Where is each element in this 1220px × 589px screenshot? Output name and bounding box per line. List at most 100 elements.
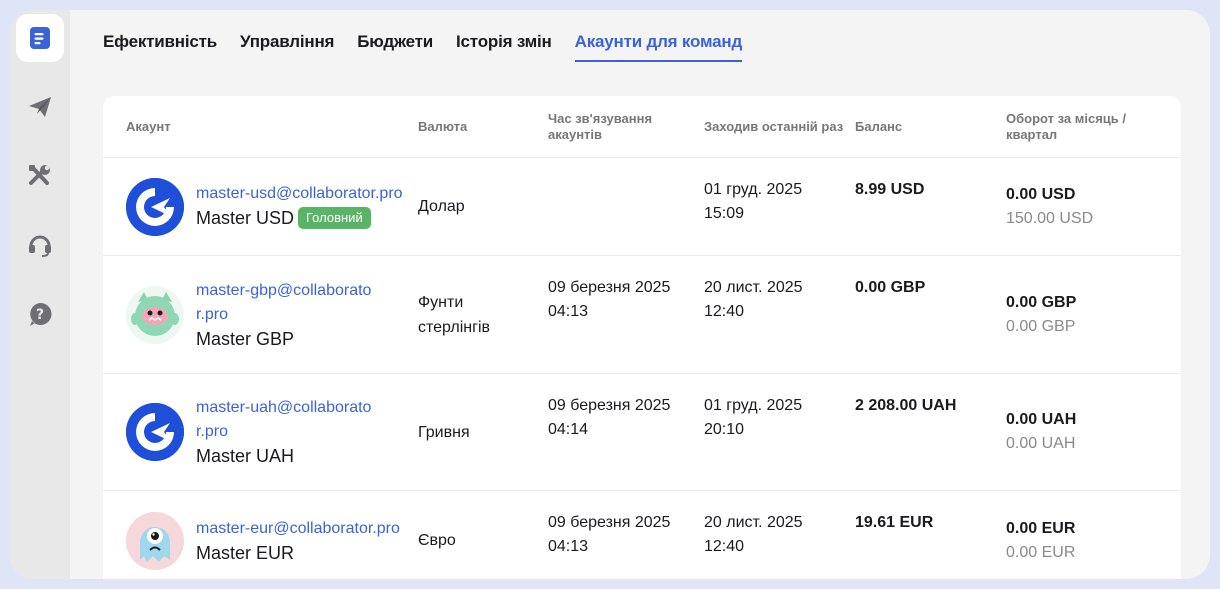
account-cell: master-gbp@collaborator.pro Master GBP xyxy=(103,256,418,373)
last-login-time: 15:09 xyxy=(704,205,745,222)
turnover-cell: 0.00 USD 150.00 USD xyxy=(1006,158,1181,255)
main-badge: Головний xyxy=(298,206,371,229)
turnover-quarter: 0.00 EUR xyxy=(1006,543,1076,561)
table-row[interactable]: master-gbp@collaborator.pro Master GBP Ф… xyxy=(103,256,1181,374)
turnover-month: 0.00 EUR xyxy=(1006,519,1076,537)
currency-cell: Фунти стерлінгів xyxy=(418,293,491,336)
last-login-cell: 01 груд. 2025 15:09 xyxy=(704,158,855,255)
link-time: 04:14 xyxy=(548,421,589,438)
headset-icon xyxy=(29,235,51,257)
last-login-time: 20:10 xyxy=(704,421,745,438)
tools-icon xyxy=(29,165,50,185)
account-name: Master GBP xyxy=(196,328,295,349)
turnover-cell: 0.00 EUR 0.00 EUR xyxy=(1006,491,1181,579)
table-row[interactable]: master-uah@collaborator.pro Master UAH Г… xyxy=(103,374,1181,491)
sidebar-item-reports[interactable] xyxy=(16,14,64,62)
account-info: master-usd@collaborator.pro Master USD Го… xyxy=(196,182,403,232)
green-monster-icon xyxy=(131,291,179,336)
account-name: Master UAH xyxy=(196,446,295,466)
sidebar-item-support[interactable] xyxy=(16,221,64,269)
header-turnover: Оборот за місяць / квартал xyxy=(1006,110,1127,142)
last-login-date: 01 груд. 2025 xyxy=(704,397,803,414)
balance-value: 2 208.00 UAH xyxy=(855,397,957,414)
accounts-table: Акаунт Валюта Час зв'язування акаунтів З… xyxy=(103,96,1181,579)
table-row[interactable]: master-usd@collaborator.pro Master USD Го… xyxy=(103,158,1181,256)
last-login-date: 20 лист. 2025 xyxy=(704,514,803,531)
account-name: Master USD xyxy=(196,207,295,228)
send-icon xyxy=(29,97,51,117)
header-currency: Валюта xyxy=(418,118,468,134)
document-icon xyxy=(30,27,50,49)
account-info: master-gbp@collaborator.pro Master GBP xyxy=(196,279,376,351)
balance-cell: 0.00 GBP xyxy=(855,256,1006,373)
account-email[interactable]: master-gbp@collaborator.pro xyxy=(196,279,376,327)
tab-bar: Ефективність Управління Бюджети Історія … xyxy=(103,32,765,62)
last-login-date: 20 лист. 2025 xyxy=(704,279,803,296)
account-name: Master EUR xyxy=(196,542,295,563)
account-email[interactable]: master-uah@collaborator.pro xyxy=(196,396,376,444)
header-last-login: Заходив останній раз xyxy=(704,118,844,134)
link-time: 04:13 xyxy=(548,303,589,320)
tab-management[interactable]: Управління xyxy=(240,32,334,62)
currency-cell: Гривня xyxy=(418,423,470,441)
last-login-cell: 01 груд. 2025 20:10 xyxy=(704,374,855,490)
tab-history[interactable]: Історія змін xyxy=(456,32,552,62)
tab-budgets[interactable]: Бюджети xyxy=(357,32,433,62)
link-time-cell: 09 березня 2025 04:13 xyxy=(548,491,704,579)
header-link-time: Час зв'язування акаунтів xyxy=(548,110,653,142)
sidebar-item-help[interactable]: ? xyxy=(16,290,64,338)
account-email[interactable]: master-usd@collaborator.pro xyxy=(196,182,403,206)
link-date: 09 березня 2025 xyxy=(548,514,671,531)
header-account: Акаунт xyxy=(126,118,171,134)
link-date: 09 березня 2025 xyxy=(548,397,671,414)
turnover-cell: 0.00 UAH 0.00 UAH xyxy=(1006,374,1181,490)
avatar xyxy=(126,403,184,461)
turnover-cell: 0.00 GBP 0.00 GBP xyxy=(1006,256,1181,373)
main-content: Ефективність Управління Бюджети Історія … xyxy=(70,10,1210,579)
collaborator-logo-icon xyxy=(126,177,184,236)
avatar xyxy=(126,511,184,570)
turnover-quarter: 0.00 UAH xyxy=(1006,435,1076,452)
turnover-quarter: 150.00 USD xyxy=(1006,209,1094,227)
last-login-time: 12:40 xyxy=(704,538,745,555)
balance-cell: 8.99 USD xyxy=(855,158,1006,255)
last-login-time: 12:40 xyxy=(704,303,745,320)
last-login-date: 01 груд. 2025 xyxy=(704,181,803,198)
last-login-cell: 20 лист. 2025 12:40 xyxy=(704,256,855,373)
turnover-month: 0.00 USD xyxy=(1006,185,1076,203)
collaborator-logo-icon xyxy=(126,403,184,461)
account-cell: master-uah@collaborator.pro Master UAH xyxy=(103,374,418,490)
account-info: master-eur@collaborator.pro Master EUR xyxy=(196,517,400,565)
account-cell: master-eur@collaborator.pro Master EUR xyxy=(103,491,418,579)
sidebar: ? xyxy=(10,10,70,579)
link-time-cell xyxy=(548,158,704,255)
turnover-month: 0.00 GBP xyxy=(1006,293,1077,311)
tab-efficiency[interactable]: Ефективність xyxy=(103,32,217,62)
avatar xyxy=(126,285,184,344)
last-login-cell: 20 лист. 2025 12:40 xyxy=(704,491,855,579)
currency-cell: Долар xyxy=(418,198,465,215)
app-window: ? Ефективність Управління Бюджети Історі… xyxy=(10,10,1210,579)
balance-cell: 2 208.00 UAH xyxy=(855,374,1006,490)
header-balance: Баланс xyxy=(855,118,903,134)
sidebar-item-tools[interactable] xyxy=(16,152,64,200)
table-row[interactable]: master-eur@collaborator.pro Master EUR Є… xyxy=(103,491,1181,579)
currency-cell: Євро xyxy=(418,532,456,549)
tab-team-accounts[interactable]: Акаунти для команд xyxy=(574,32,742,62)
turnover-quarter: 0.00 GBP xyxy=(1006,317,1076,335)
link-date: 09 березня 2025 xyxy=(548,279,671,296)
link-time-cell: 09 березня 2025 04:14 xyxy=(548,374,704,490)
account-email[interactable]: master-eur@collaborator.pro xyxy=(196,517,400,541)
balance-value: 8.99 USD xyxy=(855,181,925,198)
link-time-cell: 09 березня 2025 04:13 xyxy=(548,256,704,373)
account-cell: master-usd@collaborator.pro Master USD Го… xyxy=(103,158,418,255)
avatar xyxy=(126,177,184,236)
balance-value: 19.61 EUR xyxy=(855,514,934,531)
balance-cell: 19.61 EUR xyxy=(855,491,1006,579)
svg-text:?: ? xyxy=(36,307,44,323)
table-header: Акаунт Валюта Час зв'язування акаунтів З… xyxy=(103,96,1181,158)
blue-monster-icon xyxy=(126,511,184,570)
link-time: 04:13 xyxy=(548,538,589,555)
sidebar-item-send[interactable] xyxy=(16,83,64,131)
help-icon: ? xyxy=(30,302,52,326)
